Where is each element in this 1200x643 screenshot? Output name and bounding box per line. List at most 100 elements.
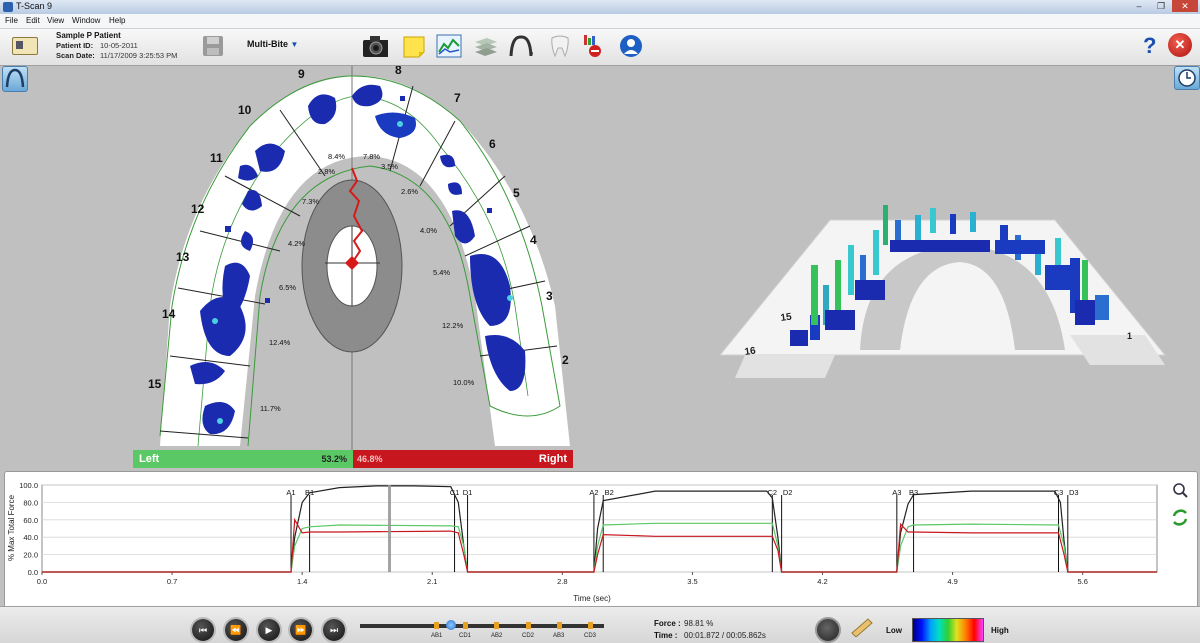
tooth-pct: 7.8% [363,152,380,161]
graph-icon[interactable] [436,33,462,59]
skip-start-button[interactable]: ⏮ [192,619,214,641]
menu-file[interactable]: File [5,14,18,28]
avatar-icon[interactable] [618,33,644,59]
bite-marker-label: B2 [605,488,614,497]
note-icon[interactable] [401,33,427,59]
x-ticks: 0.0 0.7 1.4 2.1 2.8 3.5 4.2 4.9 5.6 [37,572,1088,586]
bite-marker-label: D1 [463,488,473,497]
3d-tooth-number-15: 15 [780,311,793,324]
tooth-number-4: 4 [530,233,537,247]
menu-view[interactable]: View [47,14,64,28]
segment-label: AB3 [553,633,565,639]
tooth-number-6: 6 [489,137,496,151]
scale-high-label: High [991,626,1009,635]
menu-bar: File Edit View Window Help [0,14,1200,29]
tooth-number-14: 14 [162,307,176,321]
right-force-bar: 46.8% Right [353,450,573,468]
bite-marker-label: C2 [768,488,778,497]
fast-forward-button[interactable]: ⏩ [290,619,312,641]
close-window-button[interactable]: ✕ [1172,0,1198,12]
mode-dropdown[interactable]: Multi-Bite ▼ [247,39,298,49]
x-axis-label: Time (sec) [573,594,611,603]
x-tick-label: 5.6 [1077,577,1087,586]
segment-marker [526,622,531,629]
patient-id-value: 10-05-2011 [100,41,138,50]
segment-label: CD1 [459,633,472,639]
menu-edit[interactable]: Edit [26,14,40,28]
minimize-button[interactable]: – [1128,0,1150,12]
tooth-number-13: 13 [176,250,190,264]
time-label: Time : [654,631,678,640]
save-icon[interactable] [200,33,226,59]
sensor-icon[interactable] [581,33,607,59]
left-percent: 53.2% [321,454,347,464]
patient-card-icon[interactable] [12,37,38,55]
arch-2d-view[interactable]: 9 8 10 7 11 6 5 12 4 13 3 14 2 15 8.4% 7… [130,66,580,472]
play-button[interactable]: ▶ [258,619,280,641]
menu-window[interactable]: Window [72,14,100,28]
refresh-icon[interactable] [1172,509,1188,526]
scan-date-label: Scan Date: [56,51,95,60]
bite-marker-label: D2 [783,488,793,497]
tooth-pct: 12.2% [442,321,464,330]
gauge-icon[interactable] [815,617,841,643]
rewind-button[interactable]: ⏪ [225,619,247,641]
zoom-icon[interactable] [1173,483,1188,498]
tooth-pct: 12.4% [269,338,291,347]
force-color-scale[interactable] [912,618,984,642]
tooth-number-11: 11 [210,151,223,165]
skip-end-button[interactable]: ⏭ [323,619,345,641]
force-time-graph[interactable]: 0.0 20.0 40.0 60.0 80.0 100.0 0.0 0.7 1.4 2.1 2.8… [0,472,1200,606]
timeline-button[interactable] [1174,66,1200,90]
y-tick-label: 20.0 [23,551,38,560]
menu-help[interactable]: Help [109,14,125,28]
time-value: 00:01.872 / 00:05.862s [684,631,766,640]
camera-icon[interactable] [362,33,388,59]
force-value: 98.81 % [684,619,714,628]
x-tick-label: 4.9 [947,577,957,586]
time-cursor[interactable] [388,485,392,572]
arch-icon[interactable]: ▾ [507,33,533,59]
right-label: Right [538,453,567,465]
tooth-number-8: 8 [395,66,402,77]
tooth-number-7: 7 [454,91,461,105]
arch-icon [5,68,25,88]
scale-low-label: Low [886,626,902,635]
arch-view-button[interactable] [2,66,28,92]
ruler-icon[interactable] [850,617,874,638]
playback-timeline[interactable] [360,624,604,628]
tooth-number-2: 2 [562,353,569,367]
x-tick-label: 3.5 [687,577,697,586]
close-app-button[interactable]: ✕ [1168,33,1192,57]
segment-label: AB2 [491,633,503,639]
arch-3d-view[interactable]: 15 16 1 [715,200,1170,380]
segment-marker [463,622,468,629]
x-tick-label: 2.1 [427,577,437,586]
segment-marker [557,622,562,629]
tooth-pct: 2.8% [318,167,335,176]
help-button[interactable]: ? [1143,33,1156,59]
left-force-bar: Left 53.2% [133,450,353,468]
left-label: Left [139,453,160,465]
toolbar: Sample P Patient Patient ID: 10-05-2011 … [0,29,1200,66]
y-tick-label: 40.0 [23,533,38,542]
x-tick-label: 0.0 [37,577,47,586]
y-tick-label: 100.0 [19,481,38,490]
y-tick-label: 80.0 [23,498,38,507]
patient-name: Sample P Patient [56,31,121,40]
3d-tooth-number-16: 16 [744,345,757,358]
patient-id-label: Patient ID: [56,41,94,50]
x-tick-label: 2.8 [557,577,567,586]
bite-marker-label: A1 [286,488,295,497]
segment-label: CD3 [584,633,597,639]
playback-thumb[interactable] [446,620,456,630]
tooth-pct: 4.0% [420,226,437,235]
tooth-pct: 11.7% [260,404,281,413]
layers-icon[interactable] [473,33,499,59]
chevron-down-icon: ▼ [290,40,299,49]
segment-marker [434,622,439,629]
maximize-button[interactable]: ❐ [1150,0,1172,12]
tooth-number-9: 9 [298,67,305,81]
y-axis-label: % Max Total Force [7,494,16,561]
tooth-icon[interactable] [547,33,573,59]
